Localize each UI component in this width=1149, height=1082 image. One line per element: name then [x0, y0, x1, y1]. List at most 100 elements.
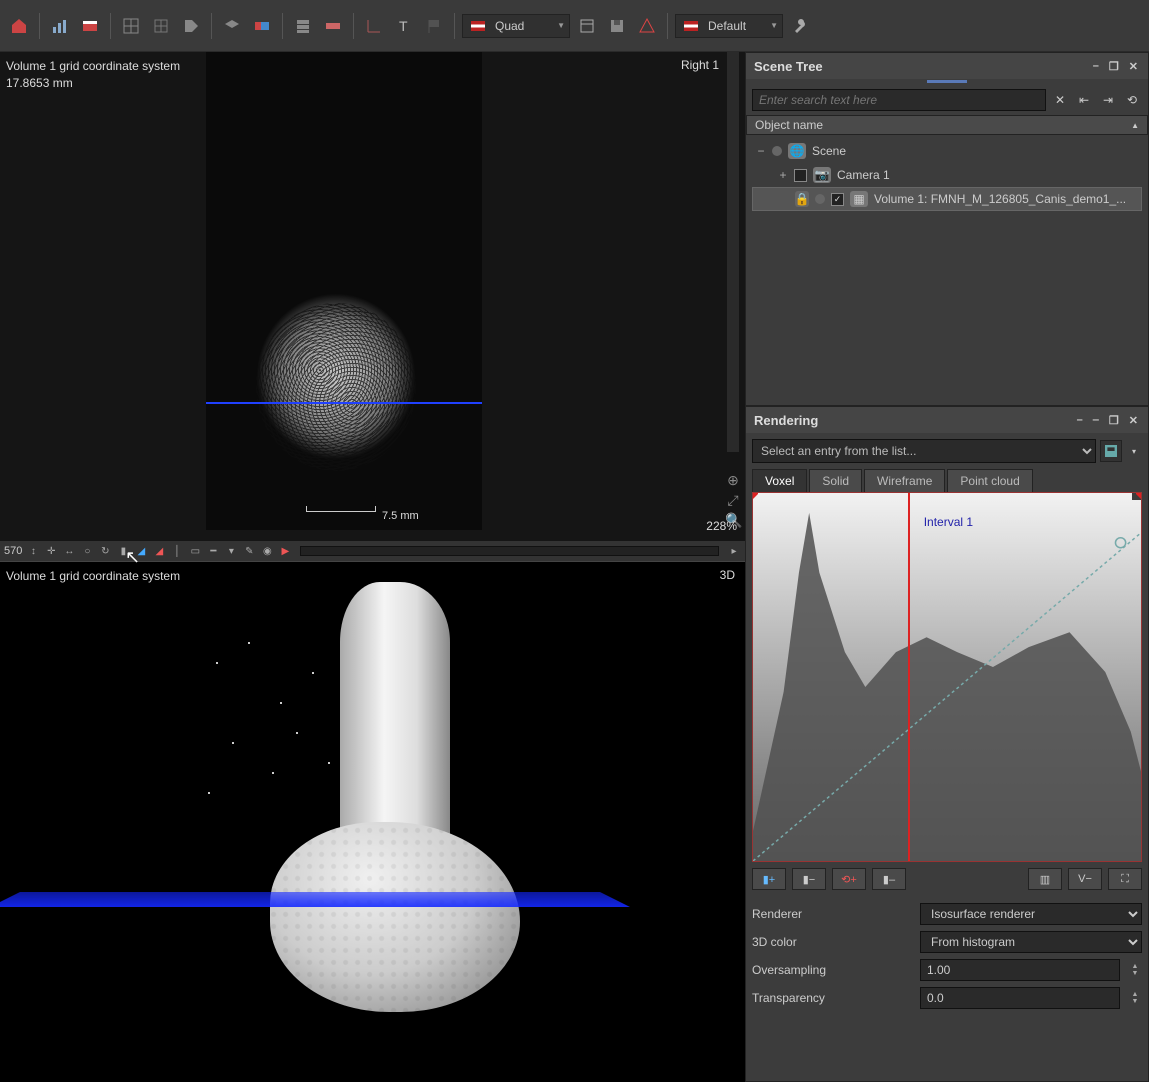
collapse-tree-icon[interactable]: ⇤	[1074, 90, 1094, 110]
save-preset-button[interactable]	[1100, 440, 1122, 462]
tool-dash-icon[interactable]: ━	[206, 544, 220, 558]
panel-close-icon[interactable]: ✕	[1127, 414, 1140, 427]
panel-close-icon[interactable]: ✕	[1127, 60, 1140, 73]
preset-select[interactable]: Select an entry from the list...	[752, 439, 1096, 463]
interval-label: Interval 1	[924, 515, 973, 529]
tree-node-volume[interactable]: 🔒 ✓ ▦ Volume 1: FMNH_M_126805_Canis_demo…	[752, 187, 1142, 211]
tree-node-scene[interactable]: − 🌐 Scene	[752, 139, 1142, 163]
tab-pointcloud[interactable]: Point cloud	[947, 469, 1032, 492]
mesh-icon[interactable]	[148, 13, 174, 39]
visibility-checkbox[interactable]	[794, 169, 807, 182]
tool-crosshair-icon[interactable]: ✛	[44, 544, 58, 558]
layout-label: Quad	[495, 19, 524, 33]
expand-icon[interactable]: +	[778, 168, 788, 182]
hist-v-icon[interactable]: V−	[1068, 868, 1102, 890]
spin-up-icon[interactable]: ▲	[1128, 991, 1142, 998]
grid-icon[interactable]	[118, 13, 144, 39]
tool-pen-icon[interactable]: ✎	[242, 544, 256, 558]
spin-down-icon[interactable]: ▼	[1128, 998, 1142, 1005]
panel-restore-icon[interactable]: ❐	[1107, 414, 1121, 427]
tool-arrow-icon[interactable]: ↕	[26, 544, 40, 558]
refresh-tree-icon[interactable]: ⟲	[1122, 90, 1142, 110]
interval-marker[interactable]	[908, 493, 910, 861]
tool-eye-icon[interactable]: ◉	[260, 544, 274, 558]
window-icon[interactable]	[574, 13, 600, 39]
search-clear-icon[interactable]: ✕	[1050, 90, 1070, 110]
tool-dropdown-icon[interactable]: ▾	[224, 544, 238, 558]
scene-tree-title: Scene Tree	[754, 59, 823, 74]
expand-icon[interactable]: ⤢	[725, 492, 741, 508]
histogram-toolbar: ▮+ ▮− ⟲+ ▮‒ ▥ V− ⛶	[746, 862, 1148, 896]
layout-dropdown[interactable]: Quad ▼	[462, 14, 570, 38]
locate-icon[interactable]: ⊕	[725, 472, 741, 488]
stack-icon[interactable]	[290, 13, 316, 39]
tab-voxel[interactable]: Voxel	[752, 469, 807, 492]
spin-down-icon[interactable]: ▼	[1128, 970, 1142, 977]
hist-fit-icon[interactable]: ⛶	[1108, 868, 1142, 890]
tool-tri-blue-icon[interactable]: ◢	[134, 544, 148, 558]
tab-wireframe[interactable]: Wireframe	[864, 469, 945, 492]
tree-node-camera[interactable]: + 📷 Camera 1	[752, 163, 1142, 187]
wrench-icon[interactable]	[787, 13, 813, 39]
main-toolbar: T Quad ▼ Default ▼	[0, 0, 1149, 52]
renderer-select[interactable]: Isosurface renderer	[920, 903, 1142, 925]
palette-icon[interactable]	[77, 13, 103, 39]
noise-particles	[200, 622, 360, 822]
text-icon[interactable]: T	[391, 13, 417, 39]
color-label: 3D color	[752, 935, 912, 949]
vertical-scrollbar[interactable]	[727, 52, 739, 452]
tool-redo-icon[interactable]: ↻	[98, 544, 112, 558]
layers-icon[interactable]	[219, 13, 245, 39]
visibility-checkbox[interactable]: ✓	[831, 193, 844, 206]
hist-range-icon[interactable]: ▥	[1028, 868, 1062, 890]
tool-line-icon[interactable]: │	[170, 544, 184, 558]
globe-icon: 🌐	[788, 143, 806, 159]
hist-reset-icon[interactable]: ⟲+	[832, 868, 866, 890]
oversampling-input[interactable]: 1.00	[920, 959, 1120, 981]
home-dropdown-icon[interactable]	[6, 13, 32, 39]
visibility-dot-icon[interactable]	[815, 194, 825, 204]
hist-add-icon[interactable]: ▮+	[752, 868, 786, 890]
axis-icon[interactable]	[361, 13, 387, 39]
panel-minimize-icon[interactable]: –	[1075, 414, 1085, 427]
panel-restore-icon[interactable]: ❐	[1107, 60, 1121, 73]
ruler-icon[interactable]	[320, 13, 346, 39]
bars-icon[interactable]	[47, 13, 73, 39]
warning-icon[interactable]	[634, 13, 660, 39]
collapse-icon[interactable]: −	[756, 144, 766, 158]
blend-icon[interactable]	[249, 13, 275, 39]
slice-viewport[interactable]: Volume 1 grid coordinate system 17.8653 …	[0, 52, 745, 562]
panel-drag-handle[interactable]	[746, 79, 1148, 85]
tool-move-icon[interactable]: ↔	[62, 544, 76, 558]
save-layout-icon[interactable]	[604, 13, 630, 39]
spin-up-icon[interactable]: ▲	[1128, 963, 1142, 970]
tool-tri-red-icon[interactable]: ◢	[152, 544, 166, 558]
histogram[interactable]: Interval 1	[752, 492, 1142, 862]
slider-next-icon[interactable]: ▸	[727, 544, 741, 558]
tab-solid[interactable]: Solid	[809, 469, 862, 492]
tag-icon[interactable]	[178, 13, 204, 39]
visibility-dot-icon[interactable]	[772, 146, 782, 156]
tool-circle-icon[interactable]: ○	[80, 544, 94, 558]
3d-viewport[interactable]: Volume 1 grid coordinate system 3D	[0, 562, 745, 1082]
expand-tree-icon[interactable]: ⇥	[1098, 90, 1118, 110]
3d-viewport-label: Volume 1 grid coordinate system	[6, 568, 180, 585]
flag-icon[interactable]	[421, 13, 447, 39]
tree-header[interactable]: Object name ▲	[746, 115, 1148, 135]
hist-remove-icon[interactable]: ▮−	[792, 868, 826, 890]
scene-tree-panel: Scene Tree – ❐ ✕ ✕ ⇤ ⇥ ⟲ Object name ▲	[745, 52, 1149, 406]
tool-mask-icon[interactable]: ▮	[116, 544, 130, 558]
tool-play-icon[interactable]: ▶	[278, 544, 292, 558]
slice-indicator-line[interactable]	[206, 402, 482, 404]
scene-search-input[interactable]	[752, 89, 1046, 111]
color-select[interactable]: From histogram	[920, 931, 1142, 953]
panel-minimize-icon[interactable]: –	[1091, 60, 1101, 73]
tool-box-icon[interactable]: ▭	[188, 544, 202, 558]
preset-dropdown[interactable]: Default ▼	[675, 14, 783, 38]
zoom-level: 228%	[706, 519, 737, 533]
hist-minus-icon[interactable]: ▮‒	[872, 868, 906, 890]
save-preset-dropdown[interactable]: ▾	[1126, 447, 1142, 456]
slice-slider[interactable]	[300, 546, 719, 556]
panel-dash-icon[interactable]: ‒	[1091, 414, 1101, 427]
transparency-input[interactable]: 0.0	[920, 987, 1120, 1009]
